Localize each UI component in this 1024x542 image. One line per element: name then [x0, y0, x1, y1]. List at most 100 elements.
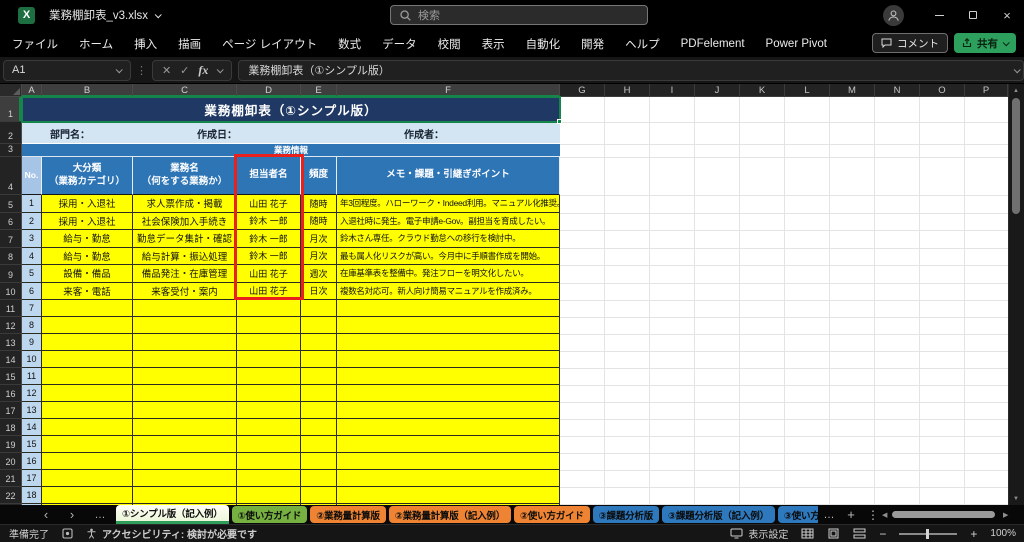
sheet-tab-1[interactable]: ①使い方ガイド — [232, 506, 308, 523]
hscroll-left-arrow[interactable]: ◀ — [882, 505, 887, 524]
ribbon-tab-7[interactable]: 校閲 — [438, 36, 461, 52]
cell-E17[interactable] — [301, 402, 337, 419]
cell-D15[interactable] — [237, 368, 301, 385]
row-header-20[interactable]: 20 — [0, 453, 22, 470]
cell-B10[interactable]: 来客・電話 — [42, 283, 133, 301]
meta-row[interactable] — [22, 122, 560, 144]
cell-C20[interactable] — [133, 453, 237, 470]
macro-record-icon[interactable] — [62, 528, 73, 539]
next-sheet-arrow[interactable]: › — [62, 505, 82, 524]
cell-C22[interactable] — [133, 487, 237, 504]
section-header-cell[interactable]: 業務情報 — [22, 144, 560, 157]
row-header-14[interactable]: 14 — [0, 351, 22, 368]
cell-A7[interactable]: 3 — [22, 230, 42, 248]
cell-A12[interactable]: 8 — [22, 317, 42, 334]
row-header-5[interactable]: 5 — [0, 195, 22, 213]
cell-A18[interactable]: 14 — [22, 419, 42, 436]
cell-B17[interactable] — [42, 402, 133, 419]
accessibility-status[interactable]: アクセシビリティ: 検討が必要です — [86, 526, 257, 541]
cell-C6[interactable]: 社会保険加入手続き — [133, 213, 237, 231]
cell-F16[interactable] — [337, 385, 560, 402]
cell-D22[interactable] — [237, 487, 301, 504]
zoom-level[interactable]: 100% — [990, 528, 1016, 539]
cell-C21[interactable] — [133, 470, 237, 487]
zoom-slider-thumb[interactable] — [926, 529, 929, 539]
row-header-18[interactable]: 18 — [0, 419, 22, 436]
page-break-view-icon[interactable] — [853, 528, 866, 539]
row-header-16[interactable]: 16 — [0, 385, 22, 402]
ribbon-tab-9[interactable]: 自動化 — [526, 36, 561, 52]
cell-B20[interactable] — [42, 453, 133, 470]
zoom-in-button[interactable]: + — [970, 527, 977, 541]
column-header-M[interactable]: M — [830, 84, 875, 97]
cell-F10[interactable]: 複数名対応可。新人向け簡易マニュアルを作成済み。 — [337, 283, 560, 301]
cell-A8[interactable]: 4 — [22, 248, 42, 266]
cell-A5[interactable]: 1 — [22, 195, 42, 213]
cell-F13[interactable] — [337, 334, 560, 351]
cell-C9[interactable]: 備品発注・在庫管理 — [133, 265, 237, 283]
share-button[interactable]: 共有 — [954, 33, 1016, 53]
cancel-entry-icon[interactable]: ✕ — [162, 64, 171, 77]
column-header-N[interactable]: N — [875, 84, 920, 97]
row-header-4[interactable]: 4 — [0, 157, 22, 195]
insert-function-icon[interactable]: fx — [198, 63, 208, 78]
column-header-L[interactable]: L — [785, 84, 830, 97]
ribbon-tab-10[interactable]: 開発 — [581, 36, 604, 52]
row-header-2[interactable]: 2 — [0, 122, 22, 144]
cell-F18[interactable] — [337, 419, 560, 436]
column-header-A[interactable]: A — [22, 84, 42, 97]
cell-C5[interactable]: 求人票作成・掲載 — [133, 195, 237, 213]
cell-D14[interactable] — [237, 351, 301, 368]
hscroll-right-arrow[interactable]: ▶ — [1003, 505, 1008, 524]
cell-D20[interactable] — [237, 453, 301, 470]
column-header-K[interactable]: K — [740, 84, 785, 97]
cell-B22[interactable] — [42, 487, 133, 504]
cell-F7[interactable]: 鈴木さん専任。クラウド勤怠への移行を検討中。 — [337, 230, 560, 248]
vertical-scroll-thumb[interactable] — [1012, 98, 1020, 214]
ribbon-tab-1[interactable]: ホーム — [79, 36, 113, 52]
cell-A17[interactable]: 13 — [22, 402, 42, 419]
cell-C19[interactable] — [133, 436, 237, 453]
ribbon-tab-11[interactable]: ヘルプ — [625, 36, 660, 52]
sheet-tab-6[interactable]: ③課題分析版（記入例） — [662, 506, 775, 523]
cell-D11[interactable] — [237, 300, 301, 317]
cell-C13[interactable] — [133, 334, 237, 351]
ribbon-tab-12[interactable]: PDFelement — [681, 38, 745, 50]
name-box[interactable]: A1 — [3, 60, 131, 81]
sheet-tab-0[interactable]: ①シンプル版（記入例） — [116, 505, 229, 524]
cell-F8[interactable]: 最も属人化リスクが高い。今月中に手順書作成を開始。 — [337, 248, 560, 266]
cell-B7[interactable]: 給与・勤怠 — [42, 230, 133, 248]
sheet-tab-2[interactable]: ②業務量計算版 — [310, 506, 386, 523]
account-avatar[interactable] — [883, 5, 904, 26]
cell-F11[interactable] — [337, 300, 560, 317]
cell-C15[interactable] — [133, 368, 237, 385]
column-header-F[interactable]: F — [337, 84, 560, 97]
row-header-11[interactable]: 11 — [0, 300, 22, 317]
cell-C10[interactable]: 来客受付・案内 — [133, 283, 237, 301]
sheet-options-icon[interactable]: ⋮ — [864, 505, 882, 524]
sheet-tab-4[interactable]: ②使い方ガイド — [514, 506, 590, 523]
formula-input[interactable]: 業務棚卸表（①シンプル版） — [238, 60, 1024, 81]
row-header-8[interactable]: 8 — [0, 248, 22, 266]
cell-B14[interactable] — [42, 351, 133, 368]
cell-E9[interactable]: 週次 — [301, 265, 337, 283]
cell-F9[interactable]: 在庫基準表を整備中。発注フローを明文化したい。 — [337, 265, 560, 283]
select-all-corner[interactable] — [0, 84, 22, 97]
cell-D18[interactable] — [237, 419, 301, 436]
row-header-1[interactable]: 1 — [0, 97, 22, 122]
cell-C8[interactable]: 給与計算・振込処理 — [133, 248, 237, 266]
cell-F15[interactable] — [337, 368, 560, 385]
cell-B8[interactable]: 給与・勤怠 — [42, 248, 133, 266]
cell-D19[interactable] — [237, 436, 301, 453]
cell-E11[interactable] — [301, 300, 337, 317]
header-task[interactable]: 業務名 （何をする業務か） — [133, 157, 237, 195]
zoom-slider[interactable] — [899, 533, 957, 535]
column-header-H[interactable]: H — [605, 84, 650, 97]
cell-D6[interactable]: 鈴木 一郎 — [237, 213, 301, 231]
cell-D8[interactable]: 鈴木 一郎 — [237, 248, 301, 266]
cell-C14[interactable] — [133, 351, 237, 368]
cell-B15[interactable] — [42, 368, 133, 385]
column-header-O[interactable]: O — [920, 84, 965, 97]
cell-C17[interactable] — [133, 402, 237, 419]
cell-A20[interactable]: 16 — [22, 453, 42, 470]
